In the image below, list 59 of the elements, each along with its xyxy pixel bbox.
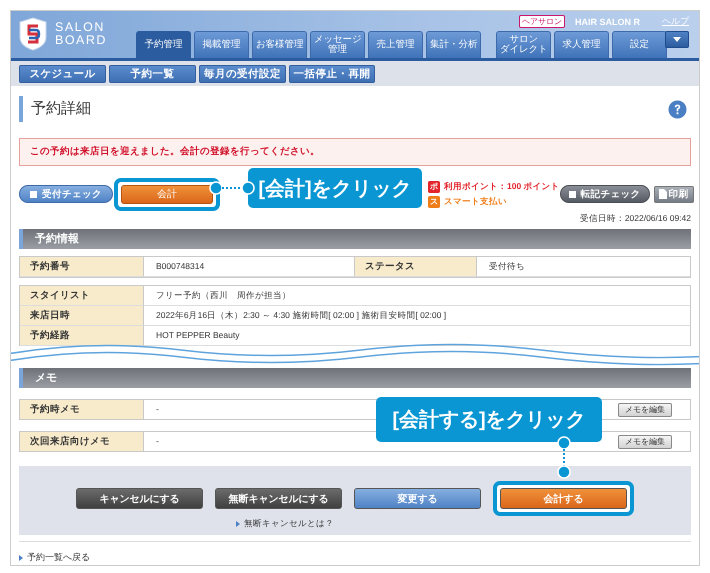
payment-info: 利用ポイント：100 ポイント (444, 180, 560, 192)
caret-icon (236, 521, 240, 527)
point-badge: ス (428, 196, 440, 208)
no-show-link[interactable]: 無断キャンセルとは？ (244, 518, 334, 530)
nav-tab[interactable]: 集計・分析 (426, 31, 481, 58)
field-label: 予約経路 (20, 326, 144, 346)
footer-button[interactable]: キャンセルにする (76, 488, 203, 509)
field-value: - (155, 435, 160, 448)
field-label: 予約時メモ (20, 400, 144, 419)
dropdown-icon[interactable] (665, 31, 689, 48)
connector-line (557, 436, 571, 479)
nav-tab[interactable]: 掲載管理 (194, 31, 249, 58)
sub-nav-button[interactable]: 毎月の受付設定 (199, 64, 286, 82)
nav-tab[interactable]: 売上管理 (368, 31, 423, 58)
callout-box: [会計する]をクリック (376, 397, 602, 442)
logo-icon (18, 17, 48, 51)
sub-nav-button[interactable]: 一括停止・再開 (289, 64, 375, 82)
edit-memo-button[interactable]: メモを編集 (618, 402, 672, 416)
field-value: フリー予約（西川 周作が担当） (144, 286, 690, 306)
field-label: 来店日時 (20, 306, 144, 326)
footer-button[interactable]: 無断キャンセルにする (215, 488, 342, 509)
document-icon (658, 189, 667, 199)
field-value: HOT PEPPER Beauty (144, 326, 690, 346)
nav-tab[interactable]: メッセージ 管理 (310, 31, 365, 58)
payment-info: スマート支払い (444, 196, 507, 208)
section-header: メモ (19, 368, 691, 388)
field-value: 2022年6月16日（木）2:30 ～ 4:30 施術時間[ 02:00 ] 施術目安時間[ 02:00 ] (144, 306, 690, 326)
back-link[interactable]: 予約一覧へ戻る (27, 551, 90, 564)
checkout-button[interactable]: 会計 (121, 184, 213, 204)
nav-tab[interactable]: 予約管理 (136, 31, 191, 58)
nav-tab[interactable]: 設定 (612, 31, 667, 58)
footer-button[interactable]: 会計する (500, 488, 627, 509)
print-button[interactable]: 印刷 (654, 186, 694, 202)
received-time: 受信日時：2022/06/16 09:42 (578, 213, 691, 225)
field-label: 次回来店向けメモ (20, 432, 144, 451)
salon-name: HAIR SALON R (575, 16, 640, 26)
nav-tab[interactable]: 求人管理 (554, 31, 609, 58)
salon-type-badge: ヘアサロン (519, 15, 565, 28)
field-value: 受付待ち (477, 257, 690, 277)
field-label: ステータス (355, 257, 477, 277)
transfer-check-button[interactable]: 転記チェック (560, 185, 650, 203)
alert-message: この予約は来店日を迎えました。会計の登録を行ってください。 (19, 138, 691, 166)
nav-tab[interactable]: お客様管理 (252, 31, 307, 58)
field-value: B000748314 (144, 257, 355, 277)
edit-memo-button[interactable]: メモを編集 (618, 434, 672, 448)
sub-nav-button[interactable]: スケジュール (19, 64, 106, 82)
field-label: スタイリスト (20, 286, 144, 306)
nav-tab[interactable]: サロン ダイレクト (496, 31, 551, 58)
footer-button[interactable]: 変更する (354, 488, 481, 509)
help-icon[interactable] (668, 100, 687, 118)
logo-text: SALON BOARD (55, 21, 107, 47)
caret-icon (19, 554, 23, 560)
section-header: 予約情報 (19, 229, 691, 249)
page-title: 予約詳細 (19, 96, 91, 122)
point-badge: ポ (428, 180, 440, 192)
reception-check-button[interactable]: 受付チェック (19, 185, 113, 203)
sub-nav-button[interactable]: 予約一覧 (109, 64, 196, 82)
callout-box: [会計]をクリック (248, 168, 422, 208)
field-label: 予約番号 (20, 257, 144, 277)
